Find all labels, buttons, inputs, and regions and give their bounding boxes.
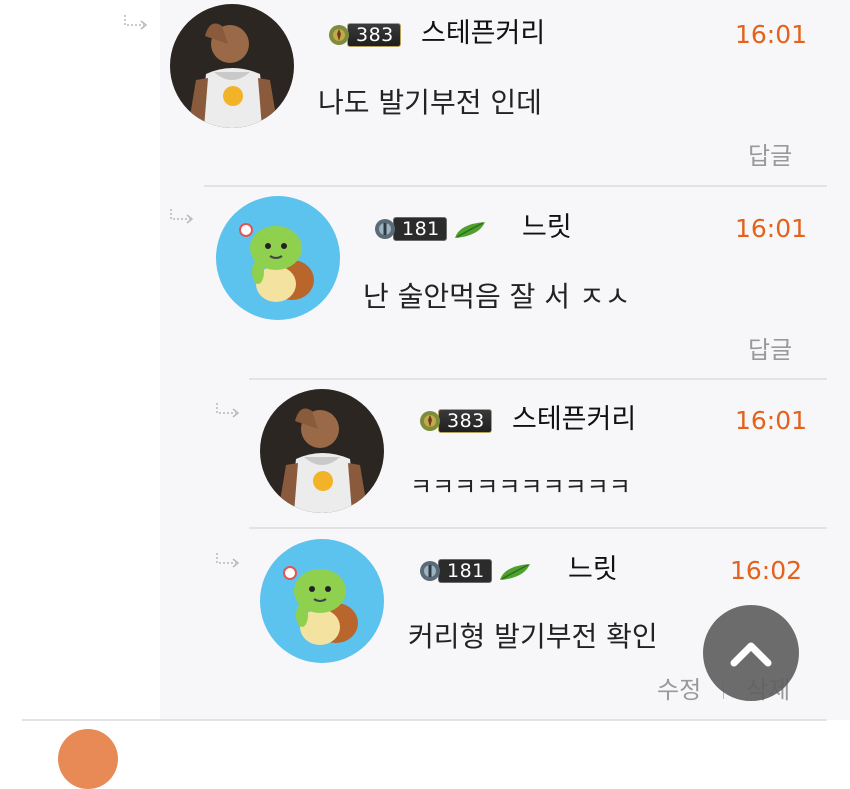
avatar[interactable] — [170, 4, 294, 128]
author-name[interactable]: 느릿 — [522, 212, 572, 244]
comment-text: ㅋㅋㅋㅋㅋㅋㅋㅋㅋㅋ — [410, 473, 631, 501]
comment-text: 커리형 발기부전 확인 — [408, 620, 658, 653]
rank-emblem-icon — [420, 411, 440, 431]
comment-time: 16:01 — [735, 406, 808, 435]
divider — [204, 185, 827, 187]
author-name[interactable]: 스테픈커리 — [512, 404, 636, 436]
chevron-up-icon — [730, 642, 772, 667]
comment-time: 16:01 — [735, 20, 808, 49]
divider — [22, 719, 827, 721]
author-name[interactable]: 스테픈커리 — [421, 18, 545, 50]
rank-emblem-icon — [329, 25, 349, 45]
leaf-icon — [499, 564, 530, 580]
author-name[interactable]: 느릿 — [568, 554, 618, 586]
comment-time: 16:02 — [730, 556, 803, 585]
comment-text: 난 술안먹음 잘 서 ㅈㅅ — [363, 280, 631, 313]
reply-button[interactable]: 답글 — [748, 142, 792, 170]
level-badge: 383 — [418, 408, 492, 434]
level-number: 181 — [438, 559, 492, 583]
reply-button[interactable]: 답글 — [748, 336, 792, 364]
level-badge: 383 — [327, 22, 401, 48]
scroll-top-button[interactable] — [703, 605, 799, 701]
leaf-icon — [454, 222, 485, 238]
level-number: 383 — [438, 409, 492, 433]
level-number: 181 — [393, 217, 447, 241]
level-number: 383 — [347, 23, 401, 47]
comment-text: 나도 발기부전 인데 — [318, 86, 542, 119]
avatar[interactable] — [260, 389, 384, 513]
divider — [249, 378, 827, 380]
avatar[interactable] — [216, 196, 340, 320]
reply-arrow-icon — [216, 553, 240, 568]
reply-arrow-icon — [170, 209, 194, 224]
reply-arrow-icon — [124, 15, 148, 30]
avatar[interactable] — [58, 729, 118, 789]
level-badge: 181 — [418, 558, 532, 584]
rank-emblem-icon — [420, 561, 440, 581]
rank-emblem-icon — [375, 219, 395, 239]
reply-arrow-icon — [216, 403, 240, 418]
level-badge: 181 — [373, 216, 487, 242]
comment-time: 16:01 — [735, 214, 808, 243]
avatar[interactable] — [260, 539, 384, 663]
divider — [249, 527, 827, 529]
edit-button[interactable]: 수정 — [657, 676, 701, 704]
